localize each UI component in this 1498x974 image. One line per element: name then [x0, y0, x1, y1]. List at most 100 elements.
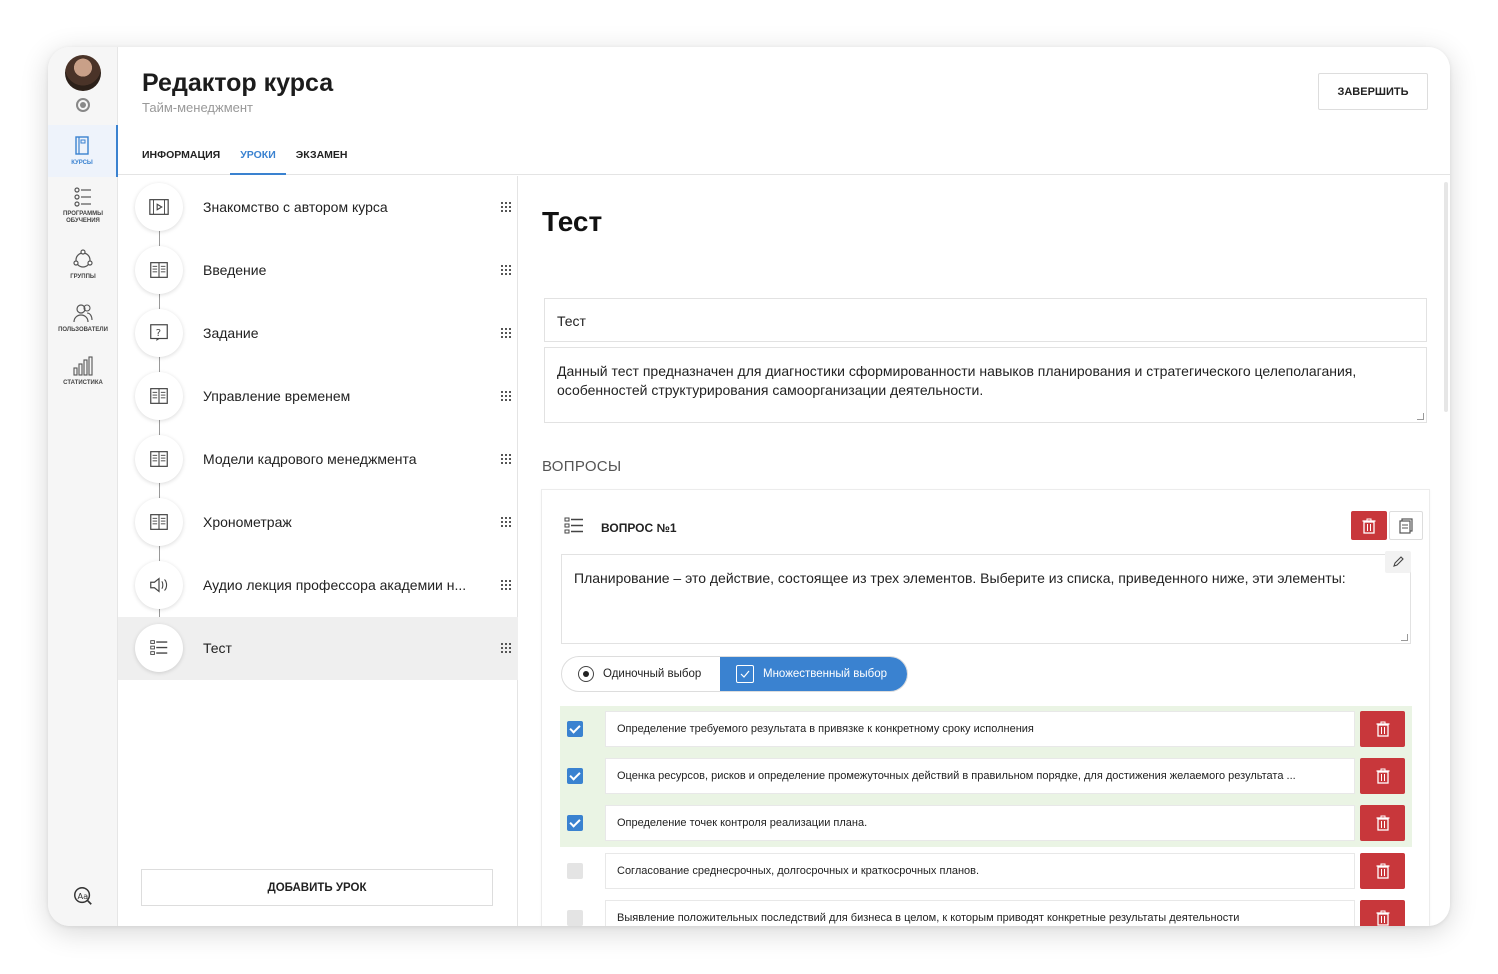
drag-handle-icon[interactable] [500, 642, 512, 654]
drag-handle-icon[interactable] [500, 453, 512, 465]
answer-checkbox[interactable] [567, 863, 583, 879]
rail-label: КУРСЫ [71, 160, 93, 166]
answer-checkbox[interactable] [567, 721, 583, 737]
tab-lessons[interactable]: УРОКИ [230, 143, 286, 175]
trash-icon [1376, 815, 1389, 831]
tab-information[interactable]: ИНФОРМАЦИЯ [142, 143, 220, 175]
question-text-field[interactable]: Планирование – это действие, состоящее и… [561, 554, 1411, 644]
edit-pencil-icon[interactable] [1385, 551, 1411, 573]
page-subtitle: Тайм-менеджмент [142, 100, 253, 115]
answer-text-field[interactable]: Оценка ресурсов, рисков и определение пр… [605, 758, 1355, 794]
group-icon [73, 249, 93, 268]
page-title: Редактор курса [142, 69, 334, 97]
lesson-label: Задание [203, 325, 259, 341]
answer-text-field[interactable]: Определение требуемого результата в прив… [605, 711, 1355, 747]
questions-heading: ВОПРОСЫ [542, 458, 622, 475]
delete-answer-button[interactable] [1360, 711, 1405, 747]
rail-item-groups[interactable]: ГРУППЫ [48, 248, 118, 281]
bar-chart-icon [73, 356, 93, 376]
test-name-field[interactable]: Тест [544, 298, 1427, 342]
delete-answer-button[interactable] [1360, 853, 1405, 889]
drag-handle-icon[interactable] [500, 579, 512, 591]
rail-item-courses[interactable]: КУРСЫ [48, 125, 118, 177]
lesson-item-selected[interactable]: Тест [118, 617, 518, 680]
app-window: КУРСЫ ПРОГРАММЫ ОБУЧЕНИЯ ГРУППЫ ПОЛЬЗОВА… [48, 47, 1450, 926]
test-list-icon [150, 640, 168, 655]
trash-icon [1376, 768, 1389, 784]
trash-icon [1376, 910, 1389, 926]
resize-handle[interactable] [1401, 634, 1408, 641]
settings-gear-icon[interactable] [76, 98, 90, 112]
answer-checkbox[interactable] [567, 910, 583, 926]
lesson-item[interactable]: Хронометраж [118, 491, 518, 554]
answer-checkbox[interactable] [567, 768, 583, 784]
answer-text-field[interactable]: Согласование среднесрочных, долгосрочных… [605, 853, 1355, 889]
tab-bar: ИНФОРМАЦИЯ УРОКИ ЭКЗАМЕН [142, 143, 368, 175]
lesson-editor: Тест Тест Данный тест предназначен для д… [519, 176, 1450, 926]
checkbox-icon [736, 665, 754, 683]
delete-question-button[interactable] [1351, 511, 1387, 540]
drag-handle-icon[interactable] [500, 327, 512, 339]
drag-handle-icon[interactable] [500, 390, 512, 402]
checklist-icon [74, 187, 91, 207]
answer-text-field[interactable]: Выявление положительных последствий для … [605, 900, 1355, 926]
lesson-item[interactable]: Управление временем [118, 365, 518, 428]
answer-text-field[interactable]: Определение точек контроля реализации пл… [605, 805, 1355, 841]
test-description-field[interactable]: Данный тест предназначен для диагностики… [544, 347, 1427, 423]
editor-title: Тест [542, 206, 603, 237]
delete-answer-button[interactable] [1360, 758, 1405, 794]
avatar[interactable] [65, 55, 101, 91]
question-list-icon [564, 517, 583, 534]
copy-question-button[interactable] [1389, 511, 1423, 540]
rail-item-users[interactable]: ПОЛЬЗОВАТЕЛИ [48, 301, 118, 334]
lesson-icon-circle [135, 183, 183, 231]
drag-handle-icon[interactable] [500, 264, 512, 276]
multiple-choice-option[interactable]: Множественный выбор [720, 657, 907, 691]
drag-handle-icon[interactable] [500, 201, 512, 213]
delete-answer-button[interactable] [1360, 805, 1405, 841]
svg-text:?: ? [156, 328, 161, 339]
speaker-icon [150, 577, 168, 593]
language-icon[interactable]: Aa [72, 885, 94, 907]
video-icon [149, 199, 169, 215]
open-book-icon [150, 388, 168, 404]
trash-icon [1376, 721, 1389, 737]
resize-handle[interactable] [1417, 413, 1424, 420]
rail-label: ГРУППЫ [70, 274, 96, 280]
answer-mode-toggle: Одиночный выбор Множественный выбор [561, 656, 908, 692]
drag-handle-icon[interactable] [500, 516, 512, 528]
add-lesson-button[interactable]: ДОБАВИТЬ УРОК [141, 869, 493, 906]
lesson-item[interactable]: Знакомство с автором курса [118, 176, 518, 239]
lesson-label: Хронометраж [203, 514, 292, 530]
lesson-item[interactable]: Аудио лекция профессора академии н... [118, 554, 518, 617]
delete-answer-button[interactable] [1360, 900, 1405, 926]
multiple-choice-label: Множественный выбор [763, 668, 888, 680]
answer-row: Оценка ресурсов, рисков и определение пр… [560, 753, 1412, 800]
lesson-icon-circle [135, 624, 183, 672]
copy-icon [1399, 517, 1413, 534]
answer-row: Выявление положительных последствий для … [560, 895, 1412, 926]
single-choice-option[interactable]: Одиночный выбор [562, 657, 720, 691]
lesson-item[interactable]: Модели кадрового менеджмента [118, 428, 518, 491]
finish-button[interactable]: ЗАВЕРШИТЬ [1318, 73, 1428, 110]
trash-icon [1362, 518, 1376, 534]
answer-row: Определение точек контроля реализации пл… [560, 800, 1412, 847]
scrollbar[interactable] [1444, 182, 1448, 412]
lesson-icon-circle [135, 372, 183, 420]
open-book-icon [150, 451, 168, 467]
lesson-label: Модели кадрового менеджмента [203, 451, 417, 467]
rail-label: ПРОГРАММЫ ОБУЧЕНИЯ [63, 211, 103, 224]
rail-item-programs[interactable]: ПРОГРАММЫ ОБУЧЕНИЯ [48, 185, 118, 225]
rail-label: СТАТИСТИКА [63, 380, 103, 386]
left-rail: КУРСЫ ПРОГРАММЫ ОБУЧЕНИЯ ГРУППЫ ПОЛЬЗОВА… [48, 47, 118, 926]
lesson-item[interactable]: Введение [118, 239, 518, 302]
rail-label: ПОЛЬЗОВАТЕЛИ [58, 327, 108, 333]
rail-item-statistics[interactable]: СТАТИСТИКА [48, 354, 118, 387]
svg-text:Aa: Aa [78, 891, 89, 901]
lesson-item[interactable]: ? Задание [118, 302, 518, 365]
lesson-icon-circle [135, 561, 183, 609]
tab-exam[interactable]: ЭКЗАМЕН [296, 143, 348, 175]
question-heading: ВОПРОС №1 [601, 521, 677, 535]
answer-checkbox[interactable] [567, 815, 583, 831]
lesson-label: Аудио лекция профессора академии н... [203, 577, 467, 593]
